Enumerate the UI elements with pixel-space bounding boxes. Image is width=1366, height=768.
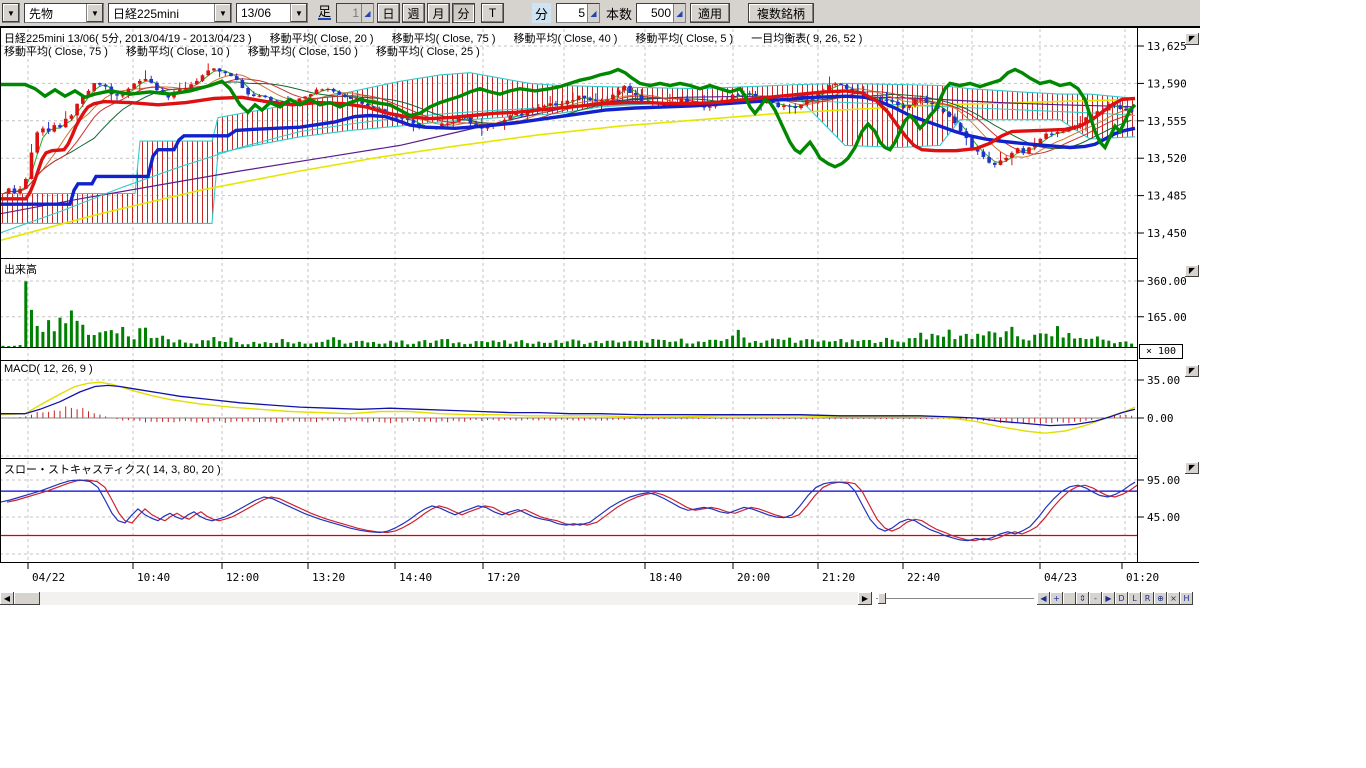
chart-tool-button-11[interactable]: H (1180, 592, 1193, 605)
macd-signal-line (0, 382, 1135, 433)
time-axis-label: 01:20 (1126, 571, 1159, 584)
time-axis-label: 04/23 (1044, 571, 1077, 584)
legend-item: 移動平均( Close, 5 ) (635, 30, 733, 46)
price-axis-label: 13,520 (1147, 152, 1187, 165)
macd-pane-label: MACD( 12, 26, 9 ) (4, 363, 93, 375)
chart-tool-button-6[interactable]: D (1115, 592, 1128, 605)
horizontal-scrollbar: ◀ ▶ ◀+ ⇕-▶DLR⊕×H (0, 592, 1200, 606)
scrollbar-track[interactable] (14, 592, 858, 605)
volume-multiplier-badge: × 100 (1139, 344, 1183, 359)
legend-row-2: 移動平均( Close, 75 ) 移動平均( Close, 10 ) 移動平均… (4, 43, 480, 59)
zoom-slider-track (876, 598, 1034, 599)
stoch-axis-label: 45.00 (1147, 511, 1180, 524)
legend-item: 移動平均( Close, 10 ) (126, 43, 230, 59)
legend-item: 移動平均( Close, 40 ) (514, 30, 618, 46)
price-axis-label: 13,450 (1147, 227, 1187, 240)
stoch-pane-menu-arrow-icon[interactable]: ◤ (1185, 462, 1199, 474)
stoch-axis-label: 95.00 (1147, 474, 1180, 487)
legend-item: 一目均衡表( 9, 26, 52 ) (751, 30, 862, 46)
volume-pane-menu-arrow-icon[interactable]: ◤ (1185, 265, 1199, 277)
chart-canvas: 13,625 13,590 13,555 13,520 13,485 13,450 360.… (0, 0, 1200, 606)
chart-application-window: ▼ 先物 ▼ 日経225mini ▼ 13/06 ▼ 足 1 ◢ 日 週 月 分… (0, 0, 1200, 606)
chart-tool-button-4[interactable]: - (1089, 592, 1102, 605)
volume-axis-label: 360.00 (1147, 275, 1187, 288)
time-axis-label: 10:40 (137, 571, 170, 584)
volume-pane-label: 出来高 (4, 261, 37, 277)
scroll-right-button[interactable]: ▶ (858, 592, 872, 605)
chart-tool-button-8[interactable]: R (1141, 592, 1154, 605)
chart-tool-button-3[interactable]: ⇕ (1076, 592, 1089, 605)
time-axis-label: 21:20 (822, 571, 855, 584)
time-axis-label: 04/22 (32, 571, 65, 584)
stochastics-pane-label: スロー・ストキャスティクス( 14, 3, 80, 20 ) (4, 461, 221, 477)
volume-axis-label: 165.00 (1147, 311, 1187, 324)
zoom-slider-thumb[interactable] (878, 593, 886, 604)
macd-axis-label: 0.00 (1147, 412, 1174, 425)
legend-item: 移動平均( Close, 150 ) (248, 43, 358, 59)
chart-tool-button-5[interactable]: ▶ (1102, 592, 1115, 605)
chart-tool-button-9[interactable]: ⊕ (1154, 592, 1167, 605)
time-axis-label: 20:00 (737, 571, 770, 584)
chart-tool-buttons: ◀+ ⇕-▶DLR⊕×H (1037, 592, 1193, 605)
price-axis-label: 13,625 (1147, 40, 1187, 53)
price-axis-label: 13,590 (1147, 77, 1187, 90)
chart-tool-button-2[interactable] (1063, 592, 1076, 605)
zoom-slider[interactable] (876, 592, 1034, 605)
time-axis-label: 17:20 (487, 571, 520, 584)
price-axis-label: 13,555 (1147, 115, 1187, 128)
stoch-k-line (0, 480, 1135, 541)
legend-item: 移動平均( Close, 25 ) (376, 43, 480, 59)
chart-tool-button-0[interactable]: ◀ (1037, 592, 1050, 605)
price-pane-menu-arrow-icon[interactable]: ◤ (1185, 33, 1199, 45)
macd-axis-label: 35.00 (1147, 374, 1180, 387)
macd-pane-menu-arrow-icon[interactable]: ◤ (1185, 365, 1199, 377)
volume-series (2, 281, 1134, 347)
time-axis-label: 12:00 (226, 571, 259, 584)
time-axis-label: 18:40 (649, 571, 682, 584)
time-axis-label: 13:20 (312, 571, 345, 584)
chart-tool-button-7[interactable]: L (1128, 592, 1141, 605)
time-axis-label: 14:40 (399, 571, 432, 584)
time-axis-label: 22:40 (907, 571, 940, 584)
chart-tool-button-10[interactable]: × (1167, 592, 1180, 605)
scroll-left-button[interactable]: ◀ (0, 592, 14, 605)
scrollbar-thumb[interactable] (14, 592, 40, 605)
legend-item: 移動平均( Close, 75 ) (4, 43, 108, 59)
chart-tool-button-1[interactable]: + (1050, 592, 1063, 605)
price-axis-label: 13,485 (1147, 190, 1187, 203)
